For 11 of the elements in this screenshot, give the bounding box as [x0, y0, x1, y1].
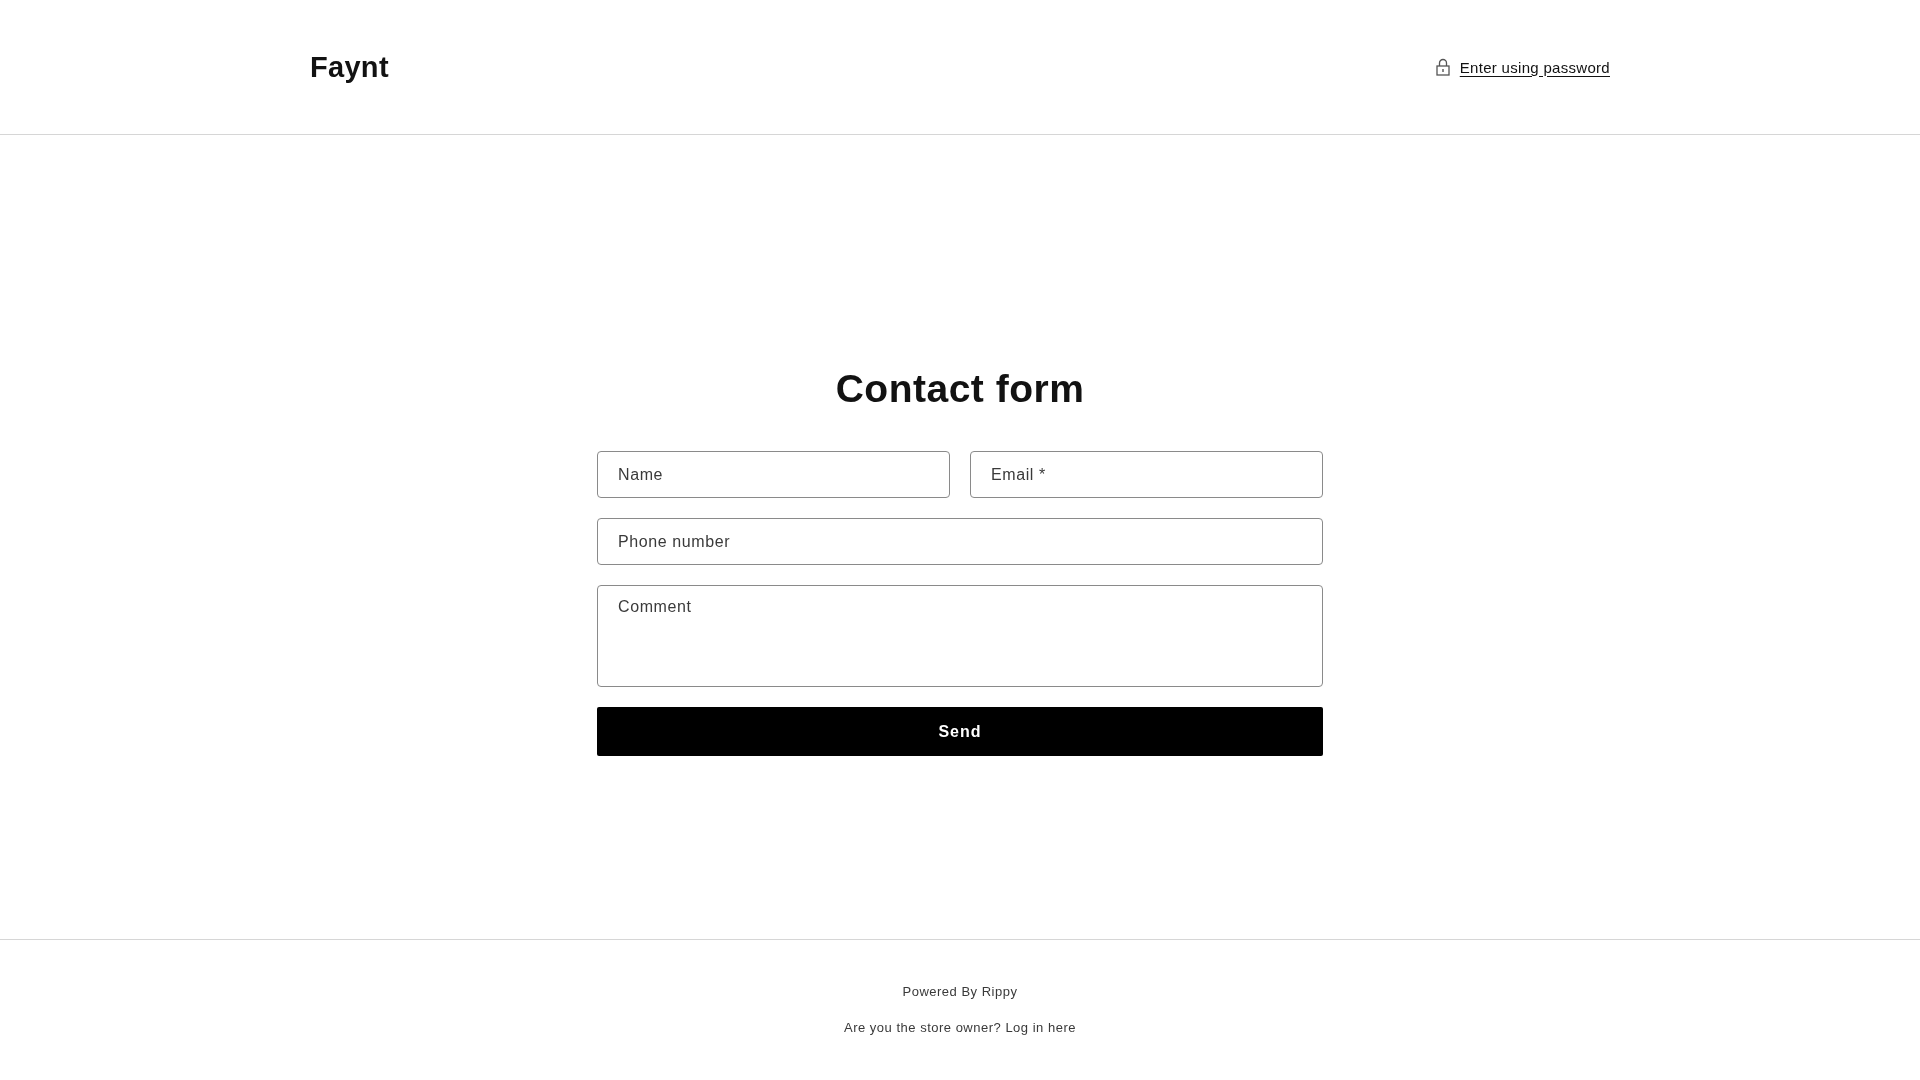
store-owner-login-link[interactable]: Are you the store owner? Log in here	[844, 1020, 1076, 1035]
send-button[interactable]: Send	[597, 707, 1323, 756]
page-title: Contact form	[834, 366, 1086, 412]
email-field[interactable]: Email *	[970, 451, 1323, 498]
comment-field[interactable]: Comment	[597, 585, 1323, 687]
lock-icon	[1435, 58, 1450, 76]
phone-field[interactable]: Phone number	[597, 518, 1323, 565]
powered-by-link[interactable]: Powered By Rippy	[902, 984, 1018, 999]
name-field[interactable]: Name	[597, 451, 950, 498]
store-logo: Faynt	[310, 50, 389, 84]
enter-password-link[interactable]: Enter using password	[1459, 58, 1610, 76]
